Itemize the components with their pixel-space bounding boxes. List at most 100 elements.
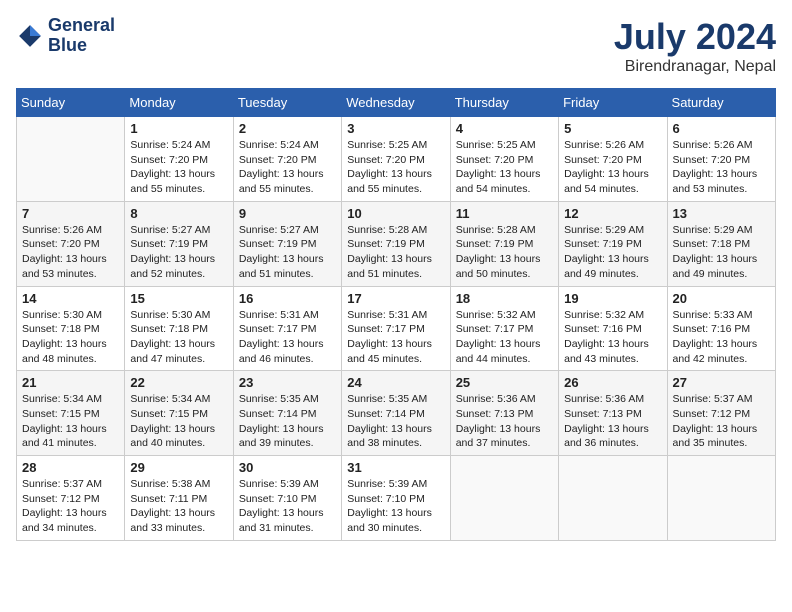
logo-text: General Blue: [48, 16, 115, 56]
weekday-header-wednesday: Wednesday: [342, 89, 450, 117]
day-info: Sunrise: 5:33 AMSunset: 7:16 PMDaylight:…: [673, 308, 770, 367]
day-info: Sunrise: 5:38 AMSunset: 7:11 PMDaylight:…: [130, 477, 227, 536]
day-info: Sunrise: 5:35 AMSunset: 7:14 PMDaylight:…: [347, 392, 444, 451]
day-info: Sunrise: 5:30 AMSunset: 7:18 PMDaylight:…: [130, 308, 227, 367]
day-number: 27: [673, 375, 770, 390]
calendar-table: SundayMondayTuesdayWednesdayThursdayFrid…: [16, 88, 776, 541]
day-info: Sunrise: 5:32 AMSunset: 7:17 PMDaylight:…: [456, 308, 553, 367]
day-number: 5: [564, 121, 661, 136]
calendar-cell: 8Sunrise: 5:27 AMSunset: 7:19 PMDaylight…: [125, 201, 233, 286]
page-header: General Blue July 2024 Birendranagar, Ne…: [16, 16, 776, 76]
calendar-cell: 29 Sunrise: 5:38 AMSunset: 7:11 PMDayligh…: [125, 456, 233, 541]
day-number: 11: [456, 206, 553, 221]
day-number: 1: [130, 121, 227, 136]
day-number: 12: [564, 206, 661, 221]
day-number: 31: [347, 460, 444, 475]
calendar-cell: 23 Sunrise: 5:35 AMSunset: 7:14 PMDayligh…: [233, 371, 341, 456]
day-info: Sunrise: 5:37 AMSunset: 7:12 PMDaylight:…: [673, 392, 770, 451]
calendar-cell: 25 Sunrise: 5:36 AMSunset: 7:13 PMDayligh…: [450, 371, 558, 456]
day-info: Sunrise: 5:29 AMSunset: 7:18 PMDaylight:…: [673, 223, 770, 282]
day-info: Sunrise: 5:36 AMSunset: 7:13 PMDaylight:…: [564, 392, 661, 451]
day-number: 7: [22, 206, 119, 221]
logo-icon: [16, 22, 44, 50]
calendar-cell: 2 Sunrise: 5:24 AMSunset: 7:20 PMDaylight…: [233, 117, 341, 202]
calendar-week-3: 14 Sunrise: 5:30 AMSunset: 7:18 PMDayligh…: [17, 286, 776, 371]
day-number: 16: [239, 291, 336, 306]
day-number: 21: [22, 375, 119, 390]
calendar-cell: 19 Sunrise: 5:32 AMSunset: 7:16 PMDayligh…: [559, 286, 667, 371]
calendar-cell: 20 Sunrise: 5:33 AMSunset: 7:16 PMDayligh…: [667, 286, 775, 371]
calendar-cell: 12 Sunrise: 5:29 AMSunset: 7:19 PMDayligh…: [559, 201, 667, 286]
title-area: July 2024 Birendranagar, Nepal: [614, 16, 776, 76]
day-number: 28: [22, 460, 119, 475]
day-number: 15: [130, 291, 227, 306]
day-info: Sunrise: 5:34 AMSunset: 7:15 PMDaylight:…: [130, 392, 227, 451]
calendar-cell: 15 Sunrise: 5:30 AMSunset: 7:18 PMDayligh…: [125, 286, 233, 371]
day-number: 30: [239, 460, 336, 475]
day-number: 9: [239, 206, 336, 221]
day-info: Sunrise: 5:26 AMSunset: 7:20 PMDaylight:…: [673, 138, 770, 197]
day-number: 22: [130, 375, 227, 390]
calendar-week-4: 21 Sunrise: 5:34 AMSunset: 7:15 PMDayligh…: [17, 371, 776, 456]
month-title: July 2024: [614, 16, 776, 58]
calendar-week-5: 28 Sunrise: 5:37 AMSunset: 7:12 PMDayligh…: [17, 456, 776, 541]
weekday-header-monday: Monday: [125, 89, 233, 117]
day-info: Sunrise: 5:25 AMSunset: 7:20 PMDaylight:…: [347, 138, 444, 197]
day-info: Sunrise: 5:39 AMSunset: 7:10 PMDaylight:…: [239, 477, 336, 536]
weekday-header-sunday: Sunday: [17, 89, 125, 117]
day-number: 25: [456, 375, 553, 390]
day-number: 4: [456, 121, 553, 136]
calendar-cell: 16 Sunrise: 5:31 AMSunset: 7:17 PMDayligh…: [233, 286, 341, 371]
calendar-cell: 7 Sunrise: 5:26 AMSunset: 7:20 PMDaylight…: [17, 201, 125, 286]
day-info: Sunrise: 5:35 AMSunset: 7:14 PMDaylight:…: [239, 392, 336, 451]
day-number: 18: [456, 291, 553, 306]
calendar-cell: 24Sunrise: 5:35 AMSunset: 7:14 PMDayligh…: [342, 371, 450, 456]
day-number: 20: [673, 291, 770, 306]
calendar-cell: [559, 456, 667, 541]
calendar-cell: 14Sunrise: 5:30 AMSunset: 7:18 PMDayligh…: [17, 286, 125, 371]
day-info: Sunrise: 5:37 AMSunset: 7:12 PMDaylight:…: [22, 477, 119, 536]
day-number: 2: [239, 121, 336, 136]
day-number: 3: [347, 121, 444, 136]
day-info: Sunrise: 5:27 AMSunset: 7:19 PMDaylight:…: [239, 223, 336, 282]
day-info: Sunrise: 5:28 AMSunset: 7:19 PMDaylight:…: [456, 223, 553, 282]
weekday-header-tuesday: Tuesday: [233, 89, 341, 117]
day-info: Sunrise: 5:24 AMSunset: 7:20 PMDaylight:…: [239, 138, 336, 197]
day-number: 29: [130, 460, 227, 475]
calendar-week-1: 1 Sunrise: 5:24 AMSunset: 7:20 PMDaylight…: [17, 117, 776, 202]
calendar-cell: 30 Sunrise: 5:39 AMSunset: 7:10 PMDayligh…: [233, 456, 341, 541]
calendar-cell: 26 Sunrise: 5:36 AMSunset: 7:13 PMDayligh…: [559, 371, 667, 456]
calendar-cell: 10Sunrise: 5:28 AMSunset: 7:19 PMDayligh…: [342, 201, 450, 286]
day-number: 14: [22, 291, 119, 306]
calendar-cell: 3 Sunrise: 5:25 AMSunset: 7:20 PMDaylight…: [342, 117, 450, 202]
day-info: Sunrise: 5:34 AMSunset: 7:15 PMDaylight:…: [22, 392, 119, 451]
weekday-header-saturday: Saturday: [667, 89, 775, 117]
day-info: Sunrise: 5:39 AMSunset: 7:10 PMDaylight:…: [347, 477, 444, 536]
weekday-header-row: SundayMondayTuesdayWednesdayThursdayFrid…: [17, 89, 776, 117]
day-number: 19: [564, 291, 661, 306]
location: Birendranagar, Nepal: [614, 58, 776, 76]
day-info: Sunrise: 5:36 AMSunset: 7:13 PMDaylight:…: [456, 392, 553, 451]
day-info: Sunrise: 5:31 AMSunset: 7:17 PMDaylight:…: [239, 308, 336, 367]
day-info: Sunrise: 5:32 AMSunset: 7:16 PMDaylight:…: [564, 308, 661, 367]
day-info: Sunrise: 5:25 AMSunset: 7:20 PMDaylight:…: [456, 138, 553, 197]
day-number: 23: [239, 375, 336, 390]
weekday-header-friday: Friday: [559, 89, 667, 117]
day-number: 6: [673, 121, 770, 136]
calendar-week-2: 7 Sunrise: 5:26 AMSunset: 7:20 PMDaylight…: [17, 201, 776, 286]
day-info: Sunrise: 5:26 AMSunset: 7:20 PMDaylight:…: [22, 223, 119, 282]
day-number: 26: [564, 375, 661, 390]
calendar-cell: 13 Sunrise: 5:29 AMSunset: 7:18 PMDayligh…: [667, 201, 775, 286]
day-number: 8: [130, 206, 227, 221]
calendar-cell: 9 Sunrise: 5:27 AMSunset: 7:19 PMDaylight…: [233, 201, 341, 286]
weekday-header-thursday: Thursday: [450, 89, 558, 117]
day-info: Sunrise: 5:29 AMSunset: 7:19 PMDaylight:…: [564, 223, 661, 282]
calendar-cell: 31 Sunrise: 5:39 AMSunset: 7:10 PMDayligh…: [342, 456, 450, 541]
day-number: 17: [347, 291, 444, 306]
calendar-cell: 18 Sunrise: 5:32 AMSunset: 7:17 PMDayligh…: [450, 286, 558, 371]
calendar-cell: 22 Sunrise: 5:34 AMSunset: 7:15 PMDayligh…: [125, 371, 233, 456]
calendar-cell: 17Sunrise: 5:31 AMSunset: 7:17 PMDayligh…: [342, 286, 450, 371]
calendar-cell: 21 Sunrise: 5:34 AMSunset: 7:15 PMDayligh…: [17, 371, 125, 456]
day-info: Sunrise: 5:26 AMSunset: 7:20 PMDaylight:…: [564, 138, 661, 197]
day-number: 13: [673, 206, 770, 221]
